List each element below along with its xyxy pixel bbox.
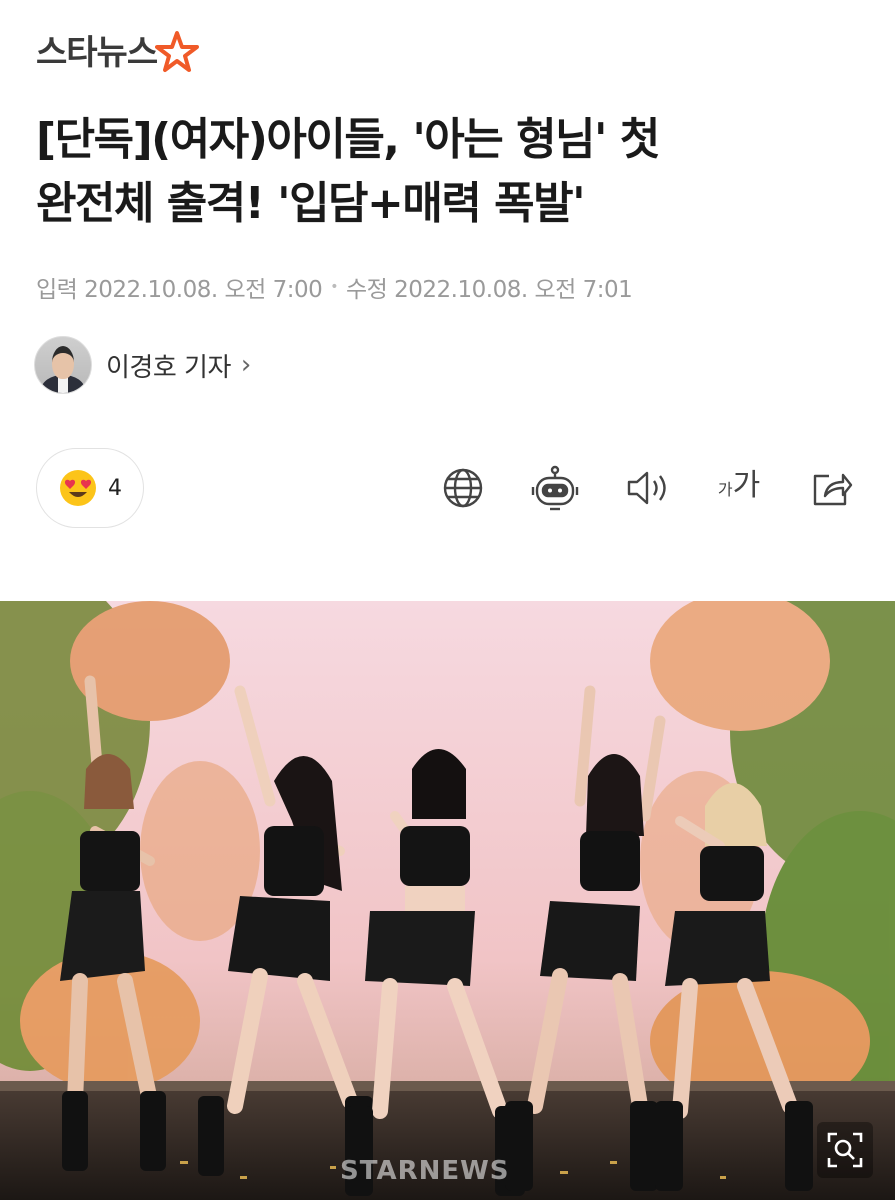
font-size-large-glyph: 가 xyxy=(732,468,761,503)
published-label: 입력 xyxy=(36,277,78,303)
published-datetime: 2022.10.08. 오전 7:00 xyxy=(84,277,323,303)
author-link[interactable]: 이경호 기자 › xyxy=(34,336,251,394)
robot-icon xyxy=(531,465,579,511)
logo-text: 스타뉴스 xyxy=(36,32,158,73)
headline-line-1: [단독](여자)아이들, '아는 형님' 첫 xyxy=(36,114,660,165)
modified-datetime: 2022.10.08. 오전 7:01 xyxy=(394,277,633,303)
article-headline: [단독](여자)아이들, '아는 형님' 첫 완전체 출격! '입담+매력 폭발… xyxy=(36,108,866,236)
article-photo[interactable]: STARNEWS xyxy=(0,601,895,1200)
zoom-button[interactable] xyxy=(817,1122,873,1178)
globe-icon xyxy=(443,468,483,508)
author-name: 이경호 기자 xyxy=(106,352,231,383)
modified-label: 수정 xyxy=(346,277,388,303)
article-dates: 입력 2022.10.08. 오전 7:00 • 수정 2022.10.08. … xyxy=(36,270,633,304)
concert-photo-image xyxy=(0,601,895,1200)
translate-button[interactable] xyxy=(435,460,491,516)
photo-watermark: STARNEWS xyxy=(340,1156,510,1186)
chevron-right-icon: › xyxy=(240,350,252,380)
heart-eyes-emoji-icon xyxy=(60,470,96,506)
headline-line-2: 완전체 출격! '입담+매력 폭발' xyxy=(36,178,586,229)
reaction-count: 4 xyxy=(108,475,122,501)
speaker-icon xyxy=(627,471,666,505)
font-size-button[interactable]: 가 가 xyxy=(711,460,767,516)
zoom-icon xyxy=(827,1132,863,1168)
text-to-speech-button[interactable] xyxy=(619,460,675,516)
font-size-small-glyph: 가 xyxy=(717,480,733,499)
article-toolbar: 가 가 xyxy=(435,460,859,516)
reaction-button[interactable]: 4 xyxy=(36,448,144,528)
site-logo[interactable]: 스타뉴스 xyxy=(36,24,200,74)
share-icon xyxy=(813,473,853,506)
author-avatar xyxy=(34,336,92,394)
summary-bot-button[interactable] xyxy=(527,460,583,516)
date-separator: • xyxy=(330,279,338,295)
share-button[interactable] xyxy=(803,460,859,516)
logo-star-icon xyxy=(155,31,200,72)
